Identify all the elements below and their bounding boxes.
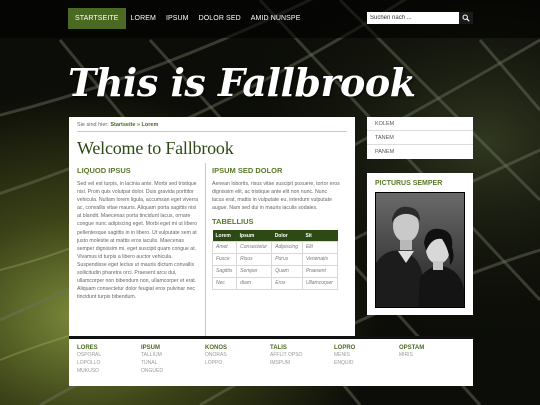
footer-column: LORES OSPORAL LOPOLLO MUKUSO [77, 345, 101, 375]
table-cell: Eros [271, 276, 303, 290]
left-column: LIQUOD IPSUS Sed vel est turpis, in laci… [77, 163, 205, 337]
main-content: Sie sind hier: Startseite » Lorem Welcom… [69, 117, 355, 337]
table-cell: Risus [236, 252, 273, 266]
left-heading: LIQUOD IPSUS [77, 166, 131, 175]
table-header-cell: Ipsum [236, 230, 272, 242]
footer-link[interactable]: LOPOLLO [77, 359, 101, 367]
footer-link[interactable]: TUNAL [141, 359, 163, 367]
footer-link[interactable]: MENIS [334, 351, 355, 359]
footer-column: OPSTAM MIRIS [399, 345, 424, 359]
vintage-couple-photo [375, 192, 465, 308]
search-box [367, 12, 473, 24]
data-table: Lorem Ipsum Dolor Sit Amet Consectetur A… [211, 230, 339, 290]
breadcrumb-separator: » [136, 122, 140, 128]
footer-link[interactable]: LOPPO [205, 359, 227, 367]
nav-item-startseite[interactable]: STARTSEITE [68, 8, 126, 29]
nav-item-lorem[interactable]: LOREM [126, 8, 161, 29]
table-row: Fusce Risus Purus Venenatis [211, 252, 339, 266]
table-cell: Elit [301, 240, 339, 254]
nav-item-ipsum[interactable]: IPSUM [161, 8, 194, 29]
footer-link[interactable]: TALLIUM [141, 351, 163, 359]
breadcrumb-current[interactable]: Lorem [142, 122, 159, 128]
table-cell: Praesent [301, 264, 339, 278]
breadcrumb-home-link[interactable]: Startseite [110, 122, 135, 128]
footer-column: IPSUM TALLIUM TUNAL ONGUED [141, 345, 163, 375]
footer-link[interactable]: ENQUID [334, 359, 355, 367]
breadcrumb: Sie sind hier: Startseite » Lorem [77, 122, 347, 132]
sidebar-item-panem[interactable]: PANEM [367, 145, 473, 159]
sidebar-box-title: PICTURUS SEMPER [375, 180, 443, 187]
footer-link[interactable]: OSPORAL [77, 351, 101, 359]
table-row: Nec diam Eros Ullamcorper [211, 276, 339, 290]
footer-link[interactable]: ONGUED [141, 367, 163, 375]
table-header-cell: Lorem [212, 230, 237, 242]
search-input[interactable] [367, 12, 459, 24]
footer-link[interactable]: IMSPUM [270, 359, 302, 367]
table-cell: diam [236, 276, 273, 290]
right-text: Aenean lobortis, risus vitae suscipit po… [212, 181, 340, 212]
table-header-row: Lorem Ipsum Dolor Sit [212, 230, 338, 242]
table-cell: Venenatis [301, 252, 339, 266]
sidebar-item-tanem[interactable]: TANEM [367, 131, 473, 145]
table-cell: Semper [236, 264, 273, 278]
table-header-cell: Dolor [271, 230, 303, 242]
table-row: Sagittis Semper Quam Praesent [211, 264, 339, 278]
right-column: IPSUM SED DOLOR Aenean lobortis, risus v… [206, 163, 340, 337]
table-cell: Quam [271, 264, 303, 278]
footer-link[interactable]: AFFLIT OPSO [270, 351, 302, 359]
table-cell: Ullamcorper [301, 276, 339, 290]
table-header-cell: Sit [302, 230, 338, 242]
table-row: Amet Consectetur Adipiscing Elit [211, 240, 339, 254]
table-cell: Nec [211, 276, 238, 290]
search-button[interactable] [459, 12, 473, 24]
sidebar-item-kolem[interactable]: KOLEM [367, 117, 473, 131]
left-text: Sed vel est turpis, in lacinia ante. Mor… [77, 181, 199, 301]
magnifier-icon [462, 14, 470, 22]
table-cell: Purus [271, 252, 303, 266]
footer-link[interactable]: MUKUSO [77, 367, 101, 375]
footer-column: KONOS ONORAS LOPPO [205, 345, 227, 367]
table-heading: TABELLIUS [212, 217, 254, 227]
main-nav: STARTSEITE LOREM IPSUM DOLOR SED AMID NU… [68, 8, 305, 29]
site-title: This is Fallbrook [68, 60, 416, 105]
right-heading: IPSUM SED DOLOR [212, 166, 283, 175]
table-cell: Consectetur [236, 240, 273, 254]
footer-link[interactable]: ONORAS [205, 351, 227, 359]
table-cell: Fusce [211, 252, 238, 266]
footer-link[interactable]: MIRIS [399, 351, 424, 359]
table-cell: Sagittis [211, 264, 238, 278]
footer-column: LOPRO MENIS ENQUID [334, 345, 355, 367]
page-title: Welcome to Fallbrook [77, 138, 234, 158]
footer-column: TALIS AFFLIT OPSO IMSPUM [270, 345, 302, 367]
nav-item-dolor-sed[interactable]: DOLOR SED [194, 8, 246, 29]
table-cell: Adipiscing [271, 240, 303, 254]
footer: LORES OSPORAL LOPOLLO MUKUSO IPSUM TALLI… [69, 336, 473, 386]
photo-illustration [376, 193, 464, 307]
content-columns: LIQUOD IPSUS Sed vel est turpis, in laci… [77, 163, 347, 337]
sidebar-picture-box: PICTURUS SEMPER [367, 173, 473, 315]
breadcrumb-prefix: Sie sind hier: [77, 122, 109, 128]
sidebar-menu: KOLEM TANEM PANEM [367, 117, 473, 159]
nav-item-amid-nunspe[interactable]: AMID NUNSPE [246, 8, 306, 29]
top-bar: STARTSEITE LOREM IPSUM DOLOR SED AMID NU… [0, 0, 540, 38]
table-cell: Amet [211, 240, 238, 254]
